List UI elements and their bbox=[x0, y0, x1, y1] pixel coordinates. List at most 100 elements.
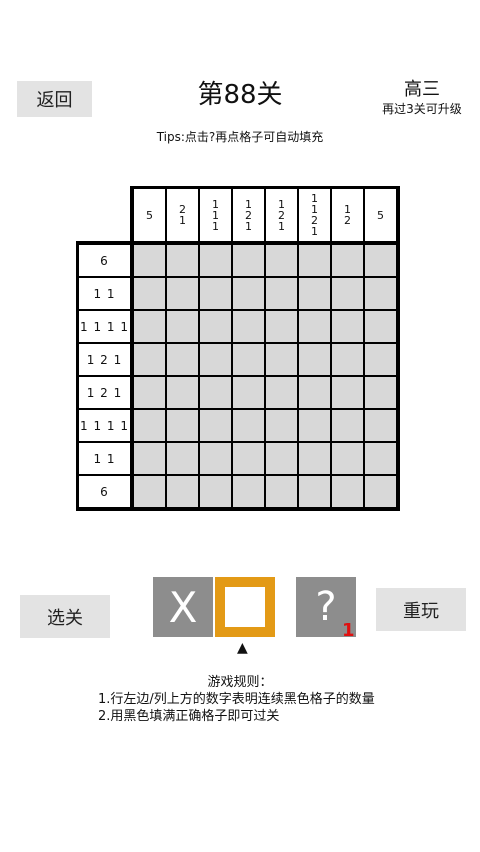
grid-cell[interactable] bbox=[299, 311, 330, 342]
grid-cell[interactable] bbox=[167, 377, 198, 408]
row-hint-1: 6 bbox=[79, 245, 130, 276]
grid-cell[interactable] bbox=[200, 443, 231, 474]
grid-cell[interactable] bbox=[365, 377, 396, 408]
grid-cell[interactable] bbox=[200, 245, 231, 276]
cross-icon: X bbox=[168, 582, 198, 632]
tips-text: Tips:点击?再点格子可自动填充 bbox=[156, 130, 324, 144]
grid-cell[interactable] bbox=[266, 344, 297, 375]
grid-cell[interactable] bbox=[233, 278, 264, 309]
grid-cell[interactable] bbox=[266, 278, 297, 309]
column-hint-4: 121 bbox=[233, 189, 264, 241]
grid-cell[interactable] bbox=[233, 311, 264, 342]
grid-cell[interactable] bbox=[365, 245, 396, 276]
grid-cell[interactable] bbox=[266, 377, 297, 408]
grid-cell[interactable] bbox=[332, 443, 363, 474]
column-hint-number: 1 bbox=[212, 208, 219, 222]
column-hint-8: 5 bbox=[365, 189, 396, 241]
grid-cell[interactable] bbox=[167, 311, 198, 342]
grid-cell[interactable] bbox=[134, 344, 165, 375]
grid-cell[interactable] bbox=[299, 245, 330, 276]
column-hint-number: 1 bbox=[278, 197, 285, 211]
grid-cell[interactable] bbox=[299, 476, 330, 507]
grid-cell[interactable] bbox=[365, 278, 396, 309]
row-hint-8: 6 bbox=[79, 476, 130, 507]
grid-cell[interactable] bbox=[167, 476, 198, 507]
grid-cell[interactable] bbox=[200, 278, 231, 309]
replay-button[interactable]: 重玩 bbox=[376, 588, 466, 631]
grid-cell[interactable] bbox=[200, 476, 231, 507]
grid-cell[interactable] bbox=[266, 311, 297, 342]
grid-cell[interactable] bbox=[266, 410, 297, 441]
grid-cell[interactable] bbox=[233, 476, 264, 507]
grid-cell[interactable] bbox=[134, 410, 165, 441]
column-hint-3: 111 bbox=[200, 189, 231, 241]
grid-cell[interactable] bbox=[266, 476, 297, 507]
grid-cell[interactable] bbox=[332, 245, 363, 276]
grid-cell[interactable] bbox=[299, 443, 330, 474]
grid-cell[interactable] bbox=[134, 245, 165, 276]
grid-cell[interactable] bbox=[233, 443, 264, 474]
grid-cell[interactable] bbox=[299, 410, 330, 441]
grid-cell[interactable] bbox=[134, 443, 165, 474]
row-hint-5: 1 2 1 bbox=[79, 377, 130, 408]
grid-cell[interactable] bbox=[365, 311, 396, 342]
question-icon: ? bbox=[315, 584, 337, 630]
column-hint-number: 2 bbox=[344, 214, 351, 227]
column-hint-number: 1 bbox=[212, 197, 219, 211]
grid-cell[interactable] bbox=[299, 377, 330, 408]
upgrade-text: 再过3关可升级 bbox=[382, 102, 462, 116]
grid-cell[interactable] bbox=[167, 344, 198, 375]
grid-cell[interactable] bbox=[200, 344, 231, 375]
column-hint-1: 5 bbox=[134, 189, 165, 241]
grid-cell[interactable] bbox=[167, 443, 198, 474]
row-hint-4: 1 2 1 bbox=[79, 344, 130, 375]
grid-cell[interactable] bbox=[233, 245, 264, 276]
grid-cell[interactable] bbox=[266, 443, 297, 474]
column-hint-5: 121 bbox=[266, 189, 297, 241]
grid-cell[interactable] bbox=[365, 476, 396, 507]
grid-cell[interactable] bbox=[233, 344, 264, 375]
grid-cell[interactable] bbox=[134, 377, 165, 408]
grid-cell[interactable] bbox=[200, 311, 231, 342]
column-hint-number: 2 bbox=[278, 208, 285, 222]
grid-cell[interactable] bbox=[167, 245, 198, 276]
cross-tool-button[interactable]: X bbox=[153, 577, 213, 637]
row-hint-3: 1 1 1 1 bbox=[79, 311, 130, 342]
column-hint-number: 1 bbox=[179, 214, 186, 227]
grid-cell[interactable] bbox=[200, 377, 231, 408]
grid-cell[interactable] bbox=[332, 410, 363, 441]
column-hint-number: 1 bbox=[245, 197, 252, 211]
column-hint-2: 21 bbox=[167, 189, 198, 241]
column-hint-number: 5 bbox=[146, 208, 153, 222]
grid-cell[interactable] bbox=[233, 410, 264, 441]
grid-cell[interactable] bbox=[332, 278, 363, 309]
select-level-button[interactable]: 选关 bbox=[20, 595, 110, 638]
grid-cell[interactable] bbox=[134, 311, 165, 342]
column-hint-6: 1121 bbox=[299, 189, 330, 241]
grid-cell[interactable] bbox=[365, 443, 396, 474]
grid-cell[interactable] bbox=[365, 344, 396, 375]
grid-cell[interactable] bbox=[233, 377, 264, 408]
grid-cell[interactable] bbox=[299, 344, 330, 375]
column-hint-number: 1 bbox=[311, 225, 318, 238]
grid-cell[interactable] bbox=[167, 410, 198, 441]
grid-cell[interactable] bbox=[332, 311, 363, 342]
grid-cell[interactable] bbox=[332, 344, 363, 375]
grid-cell[interactable] bbox=[167, 278, 198, 309]
grid-cell[interactable] bbox=[332, 476, 363, 507]
grid-cell[interactable] bbox=[299, 278, 330, 309]
grid-cell[interactable] bbox=[134, 278, 165, 309]
column-hint-number: 5 bbox=[377, 208, 384, 222]
fill-square-icon bbox=[225, 587, 265, 627]
grid-cell[interactable] bbox=[332, 377, 363, 408]
grid-cell[interactable] bbox=[200, 410, 231, 441]
column-hint-7: 12 bbox=[332, 189, 363, 241]
hint-count-badge: 1 bbox=[342, 620, 355, 641]
column-hint-number: 1 bbox=[212, 219, 219, 233]
grid-cell[interactable] bbox=[365, 410, 396, 441]
grid-cell[interactable] bbox=[266, 245, 297, 276]
selected-tool-pointer-icon: ▲ bbox=[237, 640, 248, 656]
rule-item: 2.用黑色填满正确格子即可过关 bbox=[98, 709, 280, 724]
fill-tool-button[interactable] bbox=[215, 577, 275, 637]
grid-cell[interactable] bbox=[134, 476, 165, 507]
